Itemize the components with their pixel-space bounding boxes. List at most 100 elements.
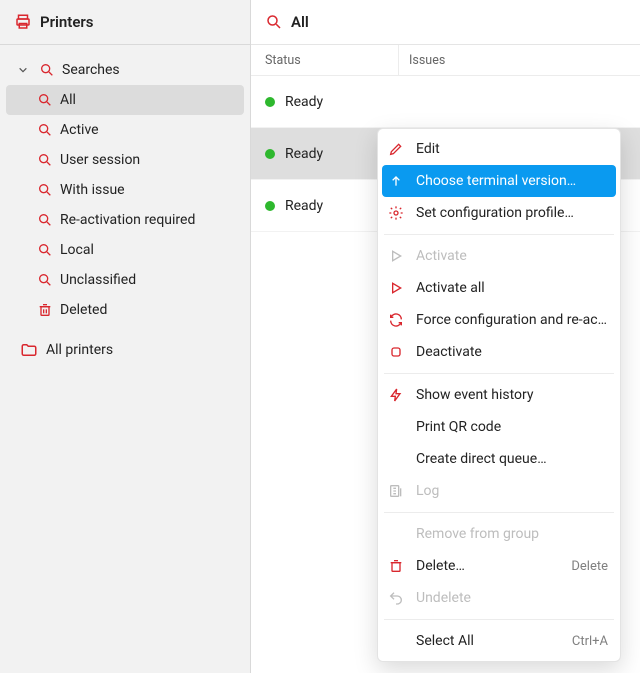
menu-item-undelete: Undelete [382, 582, 616, 614]
menu-item-choose-version[interactable]: Choose terminal version… [382, 165, 616, 197]
menu-item-print-qr[interactable]: Print QR code [382, 411, 616, 443]
menu-item-label: Show event history [416, 387, 608, 403]
menu-item-label: Activate all [416, 280, 608, 296]
search-icon [36, 181, 54, 199]
sidebar-item-label: Deleted [60, 302, 107, 318]
sidebar-item-label: Local [60, 242, 94, 258]
menu-item-select-all[interactable]: Select All Ctrl+A [382, 625, 616, 657]
sidebar-item-unclassified[interactable]: Unclassified [0, 265, 250, 295]
sidebar-item-user-session[interactable]: User session [0, 145, 250, 175]
main-header: All [251, 0, 640, 45]
menu-item-log: Log [382, 475, 616, 507]
sidebar-item-label: With issue [60, 182, 125, 198]
blank-icon [386, 524, 406, 544]
context-menu: Edit Choose terminal version… Set config… [377, 128, 621, 662]
blank-icon [386, 449, 406, 469]
main-title: All [291, 13, 309, 31]
sidebar-item-label: User session [60, 152, 140, 168]
menu-item-label: Select All [416, 633, 562, 649]
play-icon [386, 278, 406, 298]
search-icon [36, 121, 54, 139]
search-icon [36, 151, 54, 169]
menu-item-label: Choose terminal version… [416, 173, 608, 189]
printer-icon [14, 13, 32, 31]
all-printers-label: All printers [46, 342, 113, 358]
trash-icon [386, 556, 406, 576]
menu-item-create-queue[interactable]: Create direct queue… [382, 443, 616, 475]
menu-item-deactivate[interactable]: Deactivate [382, 336, 616, 368]
menu-item-set-profile[interactable]: Set configuration profile… [382, 197, 616, 229]
status-dot-icon [265, 201, 275, 211]
lightning-icon [386, 385, 406, 405]
search-icon [36, 241, 54, 259]
menu-item-delete[interactable]: Delete… Delete [382, 550, 616, 582]
sidebar-title: Printers [40, 13, 94, 31]
blank-icon [386, 417, 406, 437]
trash-icon [36, 301, 54, 319]
column-header-issues[interactable]: Issues [399, 45, 640, 75]
menu-separator [384, 234, 614, 235]
sidebar-item-local[interactable]: Local [0, 235, 250, 265]
log-icon [386, 481, 406, 501]
status-cell: Ready [285, 146, 323, 162]
menu-item-force-config[interactable]: Force configuration and re-activate [382, 304, 616, 336]
table-row[interactable]: Ready [251, 76, 640, 128]
menu-separator [384, 373, 614, 374]
status-cell: Ready [285, 198, 323, 214]
menu-item-shortcut: Ctrl+A [572, 634, 608, 649]
column-header-status[interactable]: Status [251, 45, 399, 75]
menu-item-label: Edit [416, 141, 608, 157]
stop-icon [386, 342, 406, 362]
menu-item-label: Force configuration and re-activate [416, 312, 608, 328]
menu-item-label: Create direct queue… [416, 451, 608, 467]
sidebar-item-all[interactable]: All [6, 85, 244, 115]
menu-item-remove-group: Remove from group [382, 518, 616, 550]
menu-item-label: Log [416, 483, 608, 499]
status-dot-icon [265, 149, 275, 159]
menu-item-label: Set configuration profile… [416, 205, 608, 221]
menu-item-activate: Activate [382, 240, 616, 272]
tree-searches-label: Searches [62, 62, 120, 78]
sidebar-tree: Searches All Active User session [0, 45, 250, 365]
tree-node-searches[interactable]: Searches [0, 55, 250, 85]
sidebar-header: Printers [0, 0, 250, 45]
menu-item-label: Deactivate [416, 344, 608, 360]
play-icon [386, 246, 406, 266]
status-cell: Ready [285, 94, 323, 110]
menu-item-label: Activate [416, 248, 608, 264]
menu-item-label: Print QR code [416, 419, 608, 435]
sidebar-item-reactivation[interactable]: Re-activation required [0, 205, 250, 235]
sidebar: Printers Searches All [0, 0, 251, 673]
sidebar-item-active[interactable]: Active [0, 115, 250, 145]
menu-item-label: Remove from group [416, 526, 608, 542]
search-icon [265, 13, 283, 31]
all-printers-node[interactable]: All printers [0, 335, 250, 365]
sidebar-item-label: Unclassified [60, 272, 136, 288]
search-icon [36, 271, 54, 289]
gear-icon [386, 203, 406, 223]
upload-icon [386, 171, 406, 191]
pencil-icon [386, 139, 406, 159]
search-icon [38, 61, 56, 79]
menu-separator [384, 619, 614, 620]
refresh-icon [386, 310, 406, 330]
menu-item-label: Delete… [416, 558, 561, 574]
status-dot-icon [265, 97, 275, 107]
blank-icon [386, 631, 406, 651]
search-icon [36, 211, 54, 229]
chevron-down-icon [14, 61, 32, 79]
menu-item-activate-all[interactable]: Activate all [382, 272, 616, 304]
sidebar-item-label: Active [60, 122, 99, 138]
menu-separator [384, 512, 614, 513]
sidebar-item-deleted[interactable]: Deleted [0, 295, 250, 325]
sidebar-item-label: Re-activation required [60, 212, 195, 228]
folder-icon [20, 341, 38, 359]
sidebar-item-with-issue[interactable]: With issue [0, 175, 250, 205]
menu-item-show-history[interactable]: Show event history [382, 379, 616, 411]
undo-icon [386, 588, 406, 608]
menu-item-label: Undelete [416, 590, 608, 606]
menu-item-shortcut: Delete [571, 559, 608, 574]
menu-item-edit[interactable]: Edit [382, 133, 616, 165]
search-icon [36, 91, 54, 109]
sidebar-item-label: All [60, 92, 76, 108]
